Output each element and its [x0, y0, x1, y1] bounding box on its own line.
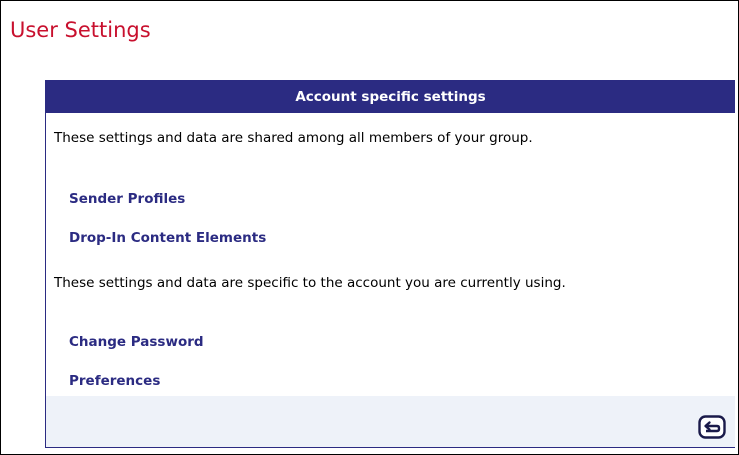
sender-profiles-link[interactable]: Sender Profiles: [69, 190, 185, 208]
group-settings-description: These settings and data are shared among…: [54, 130, 533, 146]
panel-header: Account specific settings: [46, 81, 735, 113]
page-frame: User Settings Account specific settings …: [0, 0, 739, 455]
page-title: User Settings: [10, 18, 151, 42]
panel-footer: [46, 396, 735, 447]
back-button[interactable]: [698, 415, 726, 439]
change-password-link[interactable]: Change Password: [69, 333, 204, 351]
preferences-link[interactable]: Preferences: [69, 372, 160, 390]
drop-in-content-elements-link[interactable]: Drop-In Content Elements: [69, 229, 266, 247]
return-arrow-icon: [698, 415, 726, 439]
account-settings-panel: Account specific settings These settings…: [45, 80, 735, 448]
account-settings-description: These settings and data are specific to …: [54, 275, 566, 291]
